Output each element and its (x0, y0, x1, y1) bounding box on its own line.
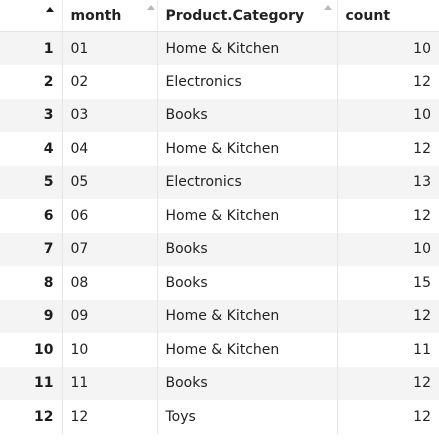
table-row: 5 05 Electronics 13 (0, 165, 439, 199)
row-index-cell: 8 (0, 266, 63, 300)
category-cell: Home & Kitchen (157, 31, 338, 65)
month-cell: 10 (62, 333, 158, 367)
row-index-cell: 11 (0, 366, 63, 400)
month-cell: 12 (62, 400, 158, 434)
category-cell: Electronics (157, 65, 338, 99)
table-body: 1 01 Home & Kitchen 10 2 02 Electronics 12 3 03 Bo… (0, 31, 439, 434)
table-row: 1 01 Home & Kitchen 10 (0, 31, 439, 65)
table-row: 6 06 Home & Kitchen 12 (0, 199, 439, 233)
month-cell: 09 (62, 299, 158, 333)
month-cell: 01 (62, 31, 158, 65)
row-index-cell: 3 (0, 98, 63, 132)
table-row: 12 12 Toys 12 (0, 400, 439, 434)
header-month-label: month (70, 7, 122, 24)
sort-icon[interactable] (323, 5, 332, 10)
count-cell: 11 (337, 333, 439, 367)
category-cell: Home & Kitchen (157, 333, 338, 367)
table-row: 3 03 Books 10 (0, 98, 439, 132)
month-cell: 05 (62, 165, 158, 199)
category-cell: Toys (157, 400, 338, 434)
sort-icon[interactable] (46, 7, 54, 12)
count-cell: 12 (337, 366, 439, 400)
count-cell: 12 (337, 65, 439, 99)
category-cell: Books (157, 266, 338, 300)
category-cell: Home & Kitchen (157, 199, 338, 233)
row-index-cell: 9 (0, 299, 63, 333)
category-cell: Home & Kitchen (157, 299, 338, 333)
count-cell: 10 (337, 232, 439, 266)
header-count-label: count (345, 7, 391, 24)
month-cell: 07 (62, 232, 158, 266)
category-cell: Books (157, 366, 338, 400)
month-cell: 02 (62, 65, 158, 99)
month-cell: 06 (62, 199, 158, 233)
row-index-cell: 10 (0, 333, 63, 367)
table-row: 4 04 Home & Kitchen 12 (0, 132, 439, 166)
count-cell: 12 (337, 132, 439, 166)
count-cell: 13 (337, 165, 439, 199)
data-table: month Product.Category count 1 01 Home & K… (0, 0, 439, 434)
month-cell: 08 (62, 266, 158, 300)
table-row: 9 09 Home & Kitchen 12 (0, 299, 439, 333)
header-count[interactable]: count (337, 0, 439, 32)
month-cell: 11 (62, 366, 158, 400)
category-cell: Books (157, 232, 338, 266)
row-index-cell: 4 (0, 132, 63, 166)
category-cell: Books (157, 98, 338, 132)
table-header: month Product.Category count (0, 0, 439, 32)
count-cell: 12 (337, 199, 439, 233)
table-row: 7 07 Books 10 (0, 232, 439, 266)
row-index-cell: 6 (0, 199, 63, 233)
header-product-category[interactable]: Product.Category (157, 0, 338, 32)
count-cell: 15 (337, 266, 439, 300)
count-cell: 12 (337, 400, 439, 434)
table-row: 10 10 Home & Kitchen 11 (0, 333, 439, 367)
month-cell: 03 (62, 98, 158, 132)
row-index-cell: 12 (0, 400, 63, 434)
count-cell: 10 (337, 98, 439, 132)
header-row-index[interactable] (0, 0, 63, 32)
table-row: 8 08 Books 15 (0, 266, 439, 300)
month-cell: 04 (62, 132, 158, 166)
table-row: 2 02 Electronics 12 (0, 65, 439, 99)
header-category-label: Product.Category (165, 7, 305, 24)
header-month[interactable]: month (62, 0, 158, 32)
row-index-cell: 2 (0, 65, 63, 99)
count-cell: 10 (337, 31, 439, 65)
row-index-cell: 7 (0, 232, 63, 266)
row-index-cell: 1 (0, 31, 63, 65)
count-cell: 12 (337, 299, 439, 333)
data-viewer: month Product.Category count 1 01 Home & K… (0, 0, 439, 441)
table-row: 11 11 Books 12 (0, 366, 439, 400)
sort-icon[interactable] (146, 5, 155, 10)
category-cell: Home & Kitchen (157, 132, 338, 166)
category-cell: Electronics (157, 165, 338, 199)
row-index-cell: 5 (0, 165, 63, 199)
